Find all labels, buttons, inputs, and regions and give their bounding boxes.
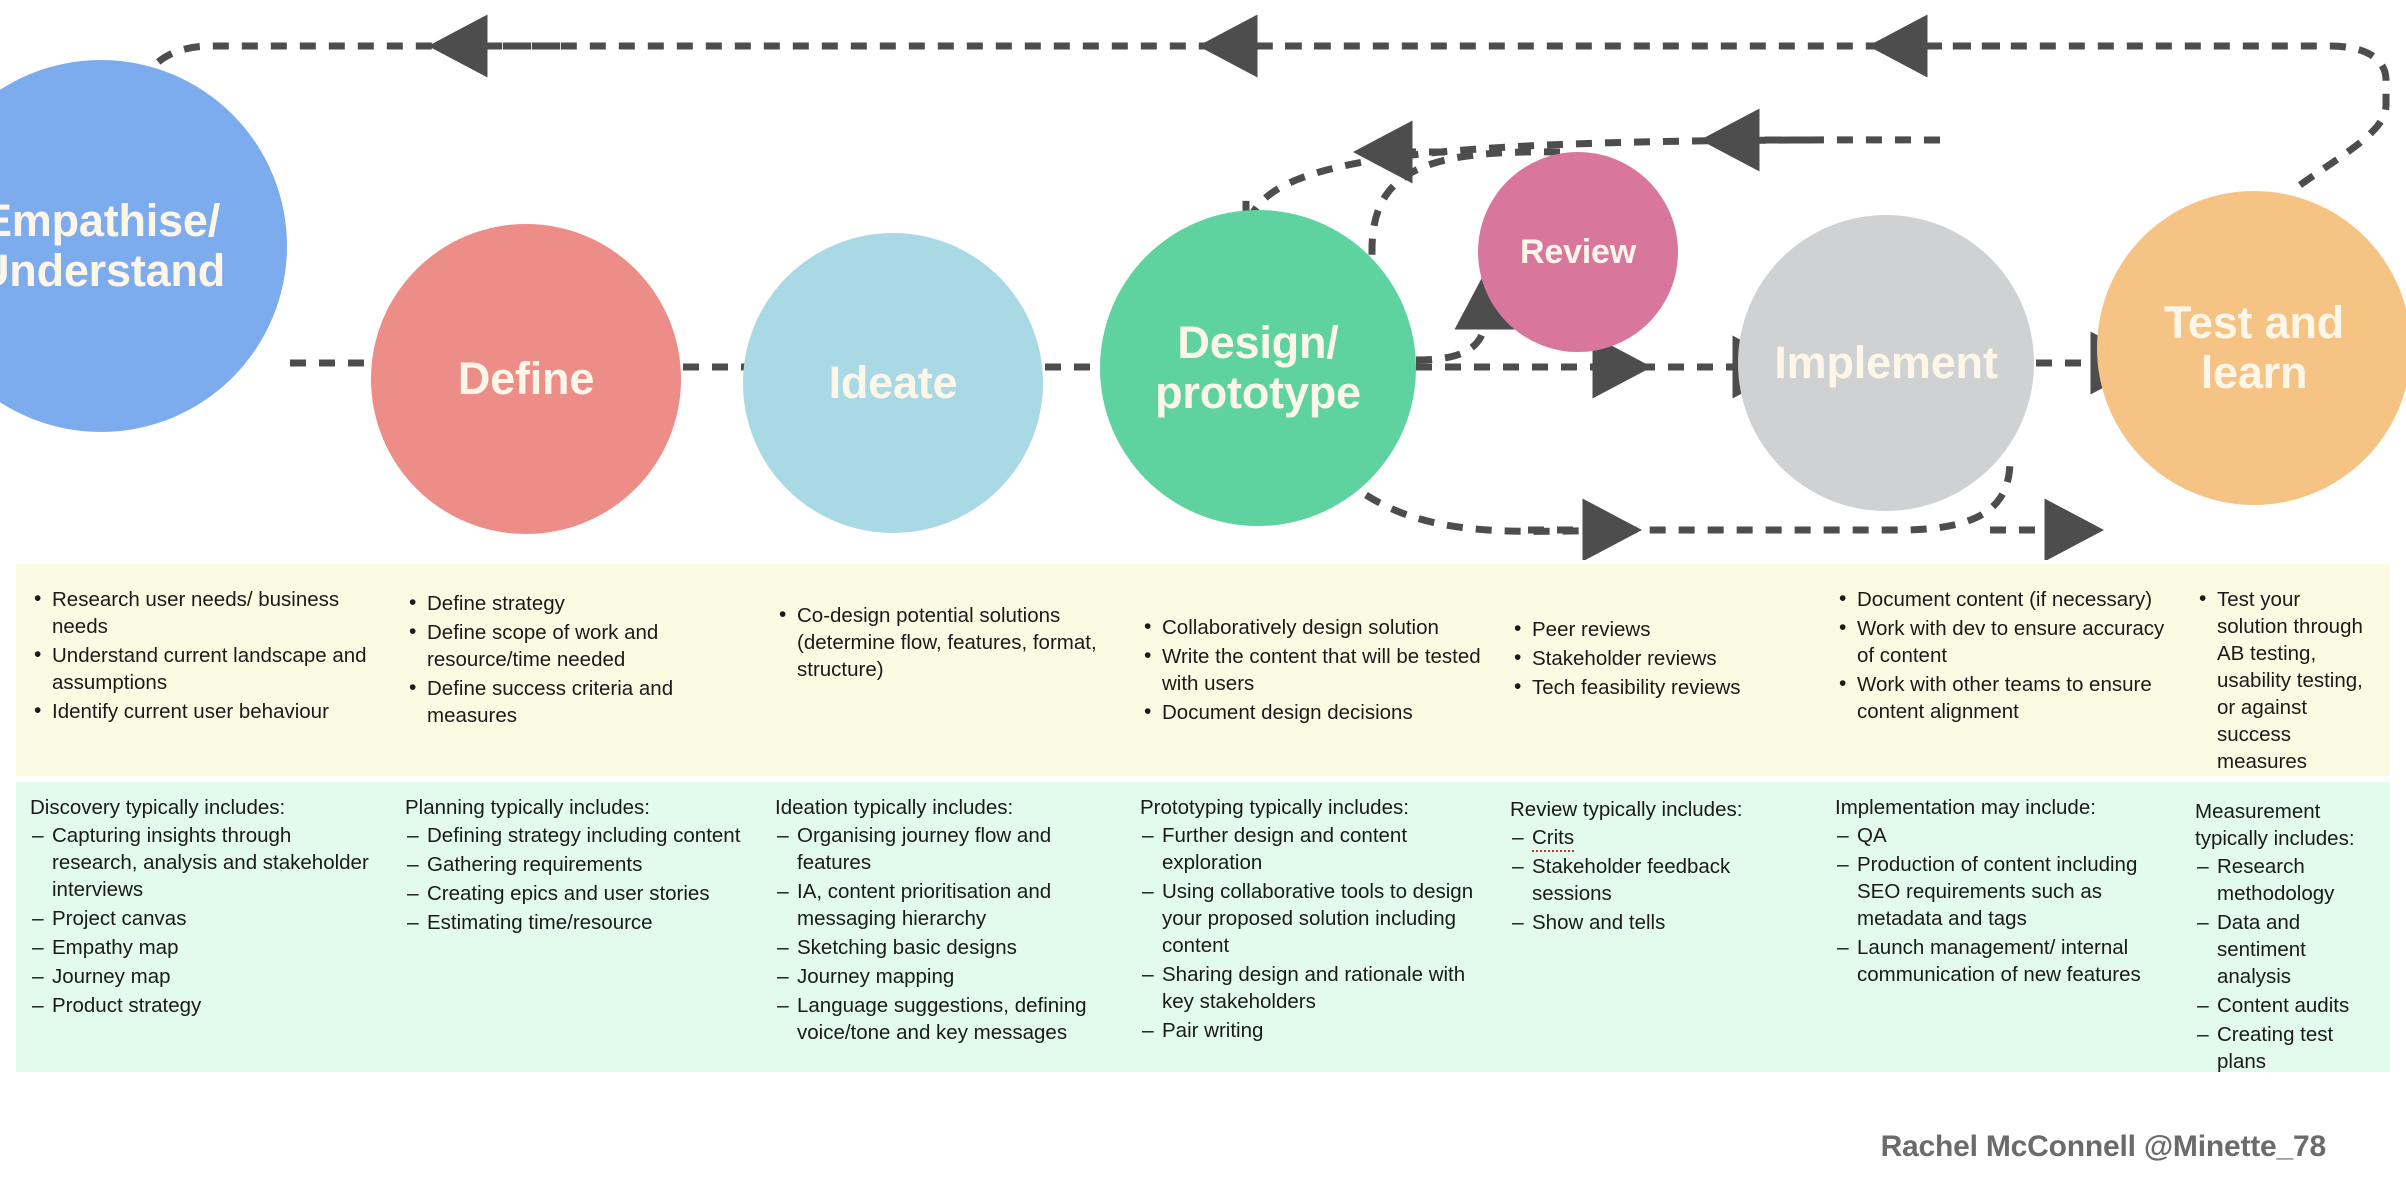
list-item: Sharing design and rationale with key st… — [1140, 961, 1482, 1015]
stage-circle-test[interactable]: Test and learn — [2097, 191, 2406, 505]
list-item: Document content (if necessary) — [1835, 585, 2167, 613]
list-item: Journey map — [30, 963, 377, 991]
list-item: Capturing insights through research, ana… — [30, 822, 377, 903]
activities-column-test: Test your solution through AB testing, u… — [2181, 564, 2390, 913]
bullet-list: Research methodologyData and sentiment a… — [2195, 853, 2376, 1075]
includes-column-test: Measurement typically includes:Research … — [2181, 782, 2390, 1075]
list-item: Crits — [1510, 824, 1807, 853]
column-heading-ideate: Ideation typically includes: — [775, 796, 1014, 819]
stage-circle-define[interactable]: Define — [371, 224, 681, 534]
stage-label-implement: Implement — [1774, 336, 1998, 388]
includes-column-empathise: Discovery typically includes: Capturing i… — [16, 782, 391, 1072]
list-item: Research methodology — [2195, 853, 2376, 907]
list-item: Journey mapping — [775, 963, 1112, 991]
column-heading-review: Review typically includes: — [1510, 798, 1743, 821]
list-item: Launch management/ internal communicatio… — [1835, 934, 2167, 988]
stage-label-design: Design/ prototype — [1155, 316, 1361, 418]
list-item: IA, content prioritisation and messaging… — [775, 878, 1112, 932]
process-diagram: Empathise/ Understand Define Ideate Design/… — [0, 0, 2406, 560]
bullet-list: Peer reviewsStakeholder reviewsTech feas… — [1510, 615, 1807, 701]
list-item: Empathy map — [30, 934, 377, 962]
list-item: Research user needs/ business needs — [30, 585, 377, 640]
column-heading-empathise: Discovery typically includes: — [30, 796, 286, 819]
arrow-global-feedback-loop — [133, 42, 2390, 188]
stage-circle-review[interactable]: Review — [1478, 152, 1678, 352]
activities-column-review: Peer reviewsStakeholder reviewsTech feas… — [1496, 564, 1821, 776]
list-item: Document design decisions — [1140, 698, 1482, 726]
list-item: Understand current landscape and assumpt… — [30, 641, 377, 696]
list-item: Identify current user behaviour — [30, 697, 377, 725]
includes-column-ideate: Ideation typically includes: Organising j… — [761, 782, 1126, 1072]
stage-circle-design[interactable]: Design/ prototype — [1100, 210, 1416, 526]
includes-column-review: Review typically includes: CritsStakehold… — [1496, 782, 1821, 1072]
includes-column-define: Planning typically includes: Defining str… — [391, 782, 761, 1072]
list-item: Co-design potential solutions (determine… — [775, 601, 1112, 683]
author-credit: Rachel McConnell @Minette_78 — [1880, 1130, 2327, 1163]
activities-column-empathise: Research user needs/ business needsUnder… — [16, 564, 391, 776]
list-item: Work with dev to ensure accuracy of cont… — [1835, 614, 2167, 669]
list-item: Tech feasibility reviews — [1510, 673, 1807, 701]
list-item: QA — [1835, 822, 2167, 850]
stage-label-define: Define — [457, 352, 595, 404]
list-item: Gathering requirements — [405, 851, 747, 879]
list-item: Creating test plans — [2195, 1021, 2376, 1075]
activities-column-design: Collaboratively design solutionWrite the… — [1126, 564, 1496, 776]
list-item: Content audits — [2195, 992, 2376, 1020]
list-item: Sketching basic designs — [775, 934, 1112, 962]
list-item: Work with other teams to ensure content … — [1835, 670, 2167, 725]
list-item: Data and sentiment analysis — [2195, 909, 2376, 990]
list-item: Define scope of work and resource/time n… — [405, 618, 747, 673]
list-item: Organising journey flow and features — [775, 822, 1112, 876]
activities-column-implement: Document content (if necessary)Work with… — [1821, 564, 2181, 776]
list-item: Write the content that will be tested wi… — [1140, 642, 1482, 697]
list-item: Project canvas — [30, 905, 377, 933]
list-item: Test your solution through AB testing, u… — [2195, 585, 2376, 775]
list-item: Pair writing — [1140, 1017, 1482, 1045]
list-item: Collaboratively design solution — [1140, 613, 1482, 641]
list-item: Creating epics and user stories — [405, 880, 747, 908]
list-item: Using collaborative tools to design your… — [1140, 878, 1482, 959]
list-item: Defining strategy including content — [405, 822, 747, 850]
activities-column-ideate: Co-design potential solutions (determine… — [761, 564, 1126, 776]
list-item: Product strategy — [30, 992, 377, 1020]
list-item: Production of content including SEO requ… — [1835, 851, 2167, 932]
stage-label-empathise: Empathise/ Understand — [0, 194, 226, 296]
stage-label-test: Test and learn — [2163, 296, 2345, 398]
column-heading-implement: Implementation may include: — [1835, 796, 2096, 819]
arrow-design-to-review — [1415, 270, 1518, 364]
bullet-list: Co-design potential solutions (determine… — [775, 601, 1112, 683]
typically-includes-band: Discovery typically includes: Capturing i… — [16, 782, 2390, 1075]
includes-column-design: Prototyping typically includes: Further d… — [1126, 782, 1496, 1072]
list-item: Estimating time/resource — [405, 909, 747, 937]
bullet-list: Capturing insights through research, ana… — [30, 822, 377, 1020]
bullet-list: Collaboratively design solutionWrite the… — [1140, 613, 1482, 726]
stage-label-ideate: Ideate — [828, 356, 958, 408]
bullet-list: Defining strategy including contentGathe… — [405, 822, 747, 937]
list-item: Stakeholder feedback sessions — [1510, 853, 1807, 907]
includes-column-implement: Implementation may include: QAProduction … — [1821, 782, 2181, 1072]
activities-column-define: Define strategyDefine scope of work and … — [391, 564, 761, 776]
bullet-list: QAProduction of content including SEO re… — [1835, 822, 2167, 988]
column-heading-define: Planning typically includes: — [405, 796, 650, 819]
stage-activities-band: Research user needs/ business needsUnder… — [16, 564, 2390, 913]
bullet-list: Define strategyDefine scope of work and … — [405, 589, 747, 729]
stage-label-review: Review — [1520, 232, 1636, 271]
bullet-list: Document content (if necessary)Work with… — [1835, 585, 2167, 725]
bullet-list: Further design and content explorationUs… — [1140, 822, 1482, 1045]
list-item: Define success criteria and measures — [405, 674, 747, 729]
list-item: Peer reviews — [1510, 615, 1807, 643]
misspelled-word: Crits — [1532, 826, 1575, 853]
list-item: Further design and content exploration — [1140, 822, 1482, 876]
column-heading-test: Measurement typically includes: — [2195, 800, 2355, 851]
column-heading-design: Prototyping typically includes: — [1140, 796, 1409, 819]
list-item: Define strategy — [405, 589, 747, 617]
stage-circle-ideate[interactable]: Ideate — [743, 233, 1043, 533]
bullet-list: Research user needs/ business needsUnder… — [30, 585, 377, 725]
list-item: Stakeholder reviews — [1510, 644, 1807, 672]
bullet-list: CritsStakeholder feedback sessionsShow a… — [1510, 824, 1807, 937]
bullet-list: Organising journey flow and featuresIA, … — [775, 822, 1112, 1046]
list-item: Show and tells — [1510, 909, 1807, 937]
stage-circle-implement[interactable]: Implement — [1738, 215, 2034, 511]
list-item: Language suggestions, defining voice/ton… — [775, 992, 1112, 1046]
